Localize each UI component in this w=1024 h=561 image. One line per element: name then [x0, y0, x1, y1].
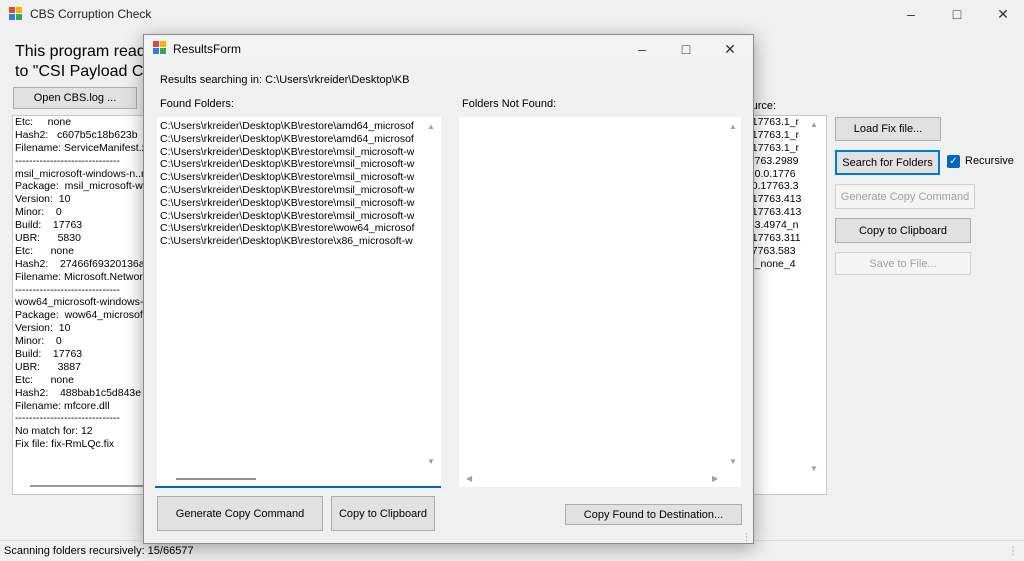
log-line: Etc: none [15, 116, 72, 128]
searching-in-label: Results searching in: C:\Users\rkreider\… [160, 74, 410, 86]
main-titlebar[interactable] [0, 0, 1024, 28]
maximize-icon[interactable]: □ [663, 35, 709, 63]
log-line: ------------------------------ [15, 412, 120, 425]
log-line: Hash2: c607b5c18b623b [15, 128, 138, 141]
generate-copy-command-button[interactable]: Generate Copy Command [835, 184, 975, 209]
log-line: Filename: ServiceManifest.x [15, 141, 147, 154]
status-text: Scanning folders recursively: 15/66577 [4, 545, 194, 557]
folders-not-found-list[interactable] [459, 117, 741, 487]
checkmark-icon: ✓ [949, 156, 958, 167]
recursive-checkbox[interactable]: ✓ [947, 155, 960, 168]
log-line: Etc: none [15, 244, 74, 257]
open-cbs-log-button[interactable]: Open CBS.log ... [13, 87, 137, 109]
found-folder-item[interactable]: C:\Users\rkreider\Desktop\KB\restore\msi… [157, 171, 423, 184]
log-lines: Etc: none Hash2: c607b5c18b623b Filename: … [13, 116, 157, 451]
log-line: UBR: 5830 [15, 232, 81, 245]
log-output-box[interactable]: Etc: none Hash2: c607b5c18b623b Filename: … [12, 115, 158, 495]
resize-grip-icon[interactable]: ⋮ [1008, 546, 1018, 557]
load-fix-file-button[interactable]: Load Fix file... [835, 117, 941, 141]
log-line: Etc: none [15, 373, 74, 386]
folders-not-found-label: Folders Not Found: [462, 98, 557, 110]
log-line: wow64_microsoft-windows- [15, 296, 144, 309]
minimize-icon[interactable]: – [888, 0, 934, 28]
found-folder-item[interactable]: C:\Users\rkreider\Desktop\KB\restore\msi… [157, 210, 423, 223]
found-horizontal-scrollbar[interactable] [176, 478, 256, 480]
log-line: Minor: 0 [15, 206, 62, 219]
found-folders-label: Found Folders: [160, 98, 234, 110]
search-for-folders-button[interactable]: Search for Folders [835, 150, 940, 175]
log-line: Build: 17763 [15, 348, 83, 361]
recursive-label: Recursive [965, 155, 1014, 167]
results-copy-to-clipboard-button[interactable]: Copy to Clipboard [331, 496, 435, 531]
scroll-left-icon[interactable]: ◀ [466, 474, 472, 483]
found-list-focus-line [155, 486, 441, 488]
scroll-right-icon[interactable]: ▶ [712, 474, 718, 483]
resize-grip-icon[interactable]: ⋮ [742, 532, 751, 543]
log-line: Version: 10 [15, 193, 71, 206]
log-line: Package: msil_microsoft-wi [15, 180, 146, 193]
log-line: Hash2: 488bab1c5d843e [15, 386, 142, 399]
app-icon [9, 7, 22, 20]
copy-found-to-destination-button[interactable]: Copy Found to Destination... [565, 504, 742, 525]
log-line: ------------------------------ [15, 283, 120, 296]
scroll-down-icon[interactable]: ▼ [427, 457, 435, 466]
close-icon[interactable]: ✕ [980, 0, 1024, 28]
found-folder-item[interactable]: C:\Users\rkreider\Desktop\KB\restore\amd… [157, 120, 423, 133]
found-folder-item[interactable]: C:\Users\rkreider\Desktop\KB\restore\x86… [157, 235, 423, 248]
save-to-file-button[interactable]: Save to File... [835, 252, 971, 275]
log-line: msil_microsoft-windows-n..rk [15, 167, 150, 180]
log-line: Filename: mfcore.dll [15, 399, 110, 412]
log-line: No match for: 12 [15, 425, 93, 438]
results-title: ResultsForm [173, 42, 242, 56]
results-generate-copy-command-button[interactable]: Generate Copy Command [157, 496, 323, 531]
maximize-icon[interactable]: □ [934, 0, 980, 28]
scroll-down-icon[interactable]: ▼ [729, 457, 737, 466]
window-title: CBS Corruption Check [30, 7, 152, 21]
minimize-icon[interactable]: – [619, 35, 665, 63]
intro-text-2: to "CSI Payload Co [15, 63, 153, 80]
copy-to-clipboard-button[interactable]: Copy to Clipboard [835, 218, 971, 243]
close-icon[interactable]: ✕ [707, 35, 753, 63]
found-folder-item[interactable]: C:\Users\rkreider\Desktop\KB\restore\msi… [157, 158, 423, 171]
log-horizontal-scrollbar[interactable] [30, 485, 150, 487]
scroll-up-icon[interactable]: ▲ [427, 122, 435, 131]
log-line: Fix file: fix-RmLQc.fix [15, 438, 115, 451]
found-folder-item[interactable]: C:\Users\rkreider\Desktop\KB\restore\wow… [157, 222, 423, 235]
results-form-dialog[interactable]: ResultsForm – □ ✕ Results searching in: … [143, 34, 754, 544]
log-line: ------------------------------ [15, 154, 120, 167]
log-line: UBR: 3887 [15, 360, 81, 373]
log-line: Package: wow64_microsof [15, 309, 143, 322]
log-line: Build: 17763 [15, 219, 83, 232]
app-icon [153, 41, 166, 54]
found-folder-item[interactable]: C:\Users\rkreider\Desktop\KB\restore\msi… [157, 146, 423, 159]
log-line: Minor: 0 [15, 335, 62, 348]
found-folder-item[interactable]: C:\Users\rkreider\Desktop\KB\restore\amd… [157, 133, 423, 146]
found-folder-items: C:\Users\rkreider\Desktop\KB\restore\amd… [157, 117, 441, 248]
log-line: Hash2: 27466f69320136a [15, 257, 145, 270]
found-folder-item[interactable]: C:\Users\rkreider\Desktop\KB\restore\msi… [157, 184, 423, 197]
scroll-down-icon[interactable]: ▼ [810, 464, 818, 473]
found-folder-item[interactable]: C:\Users\rkreider\Desktop\KB\restore\msi… [157, 197, 423, 210]
found-folders-list[interactable]: C:\Users\rkreider\Desktop\KB\restore\amd… [157, 117, 441, 487]
scroll-up-icon[interactable]: ▲ [729, 122, 737, 131]
scroll-up-icon[interactable]: ▲ [810, 120, 818, 129]
log-line: Filename: Microsoft.Network [15, 270, 149, 283]
intro-text: This program read [15, 43, 146, 60]
log-line: Version: 10 [15, 322, 71, 335]
